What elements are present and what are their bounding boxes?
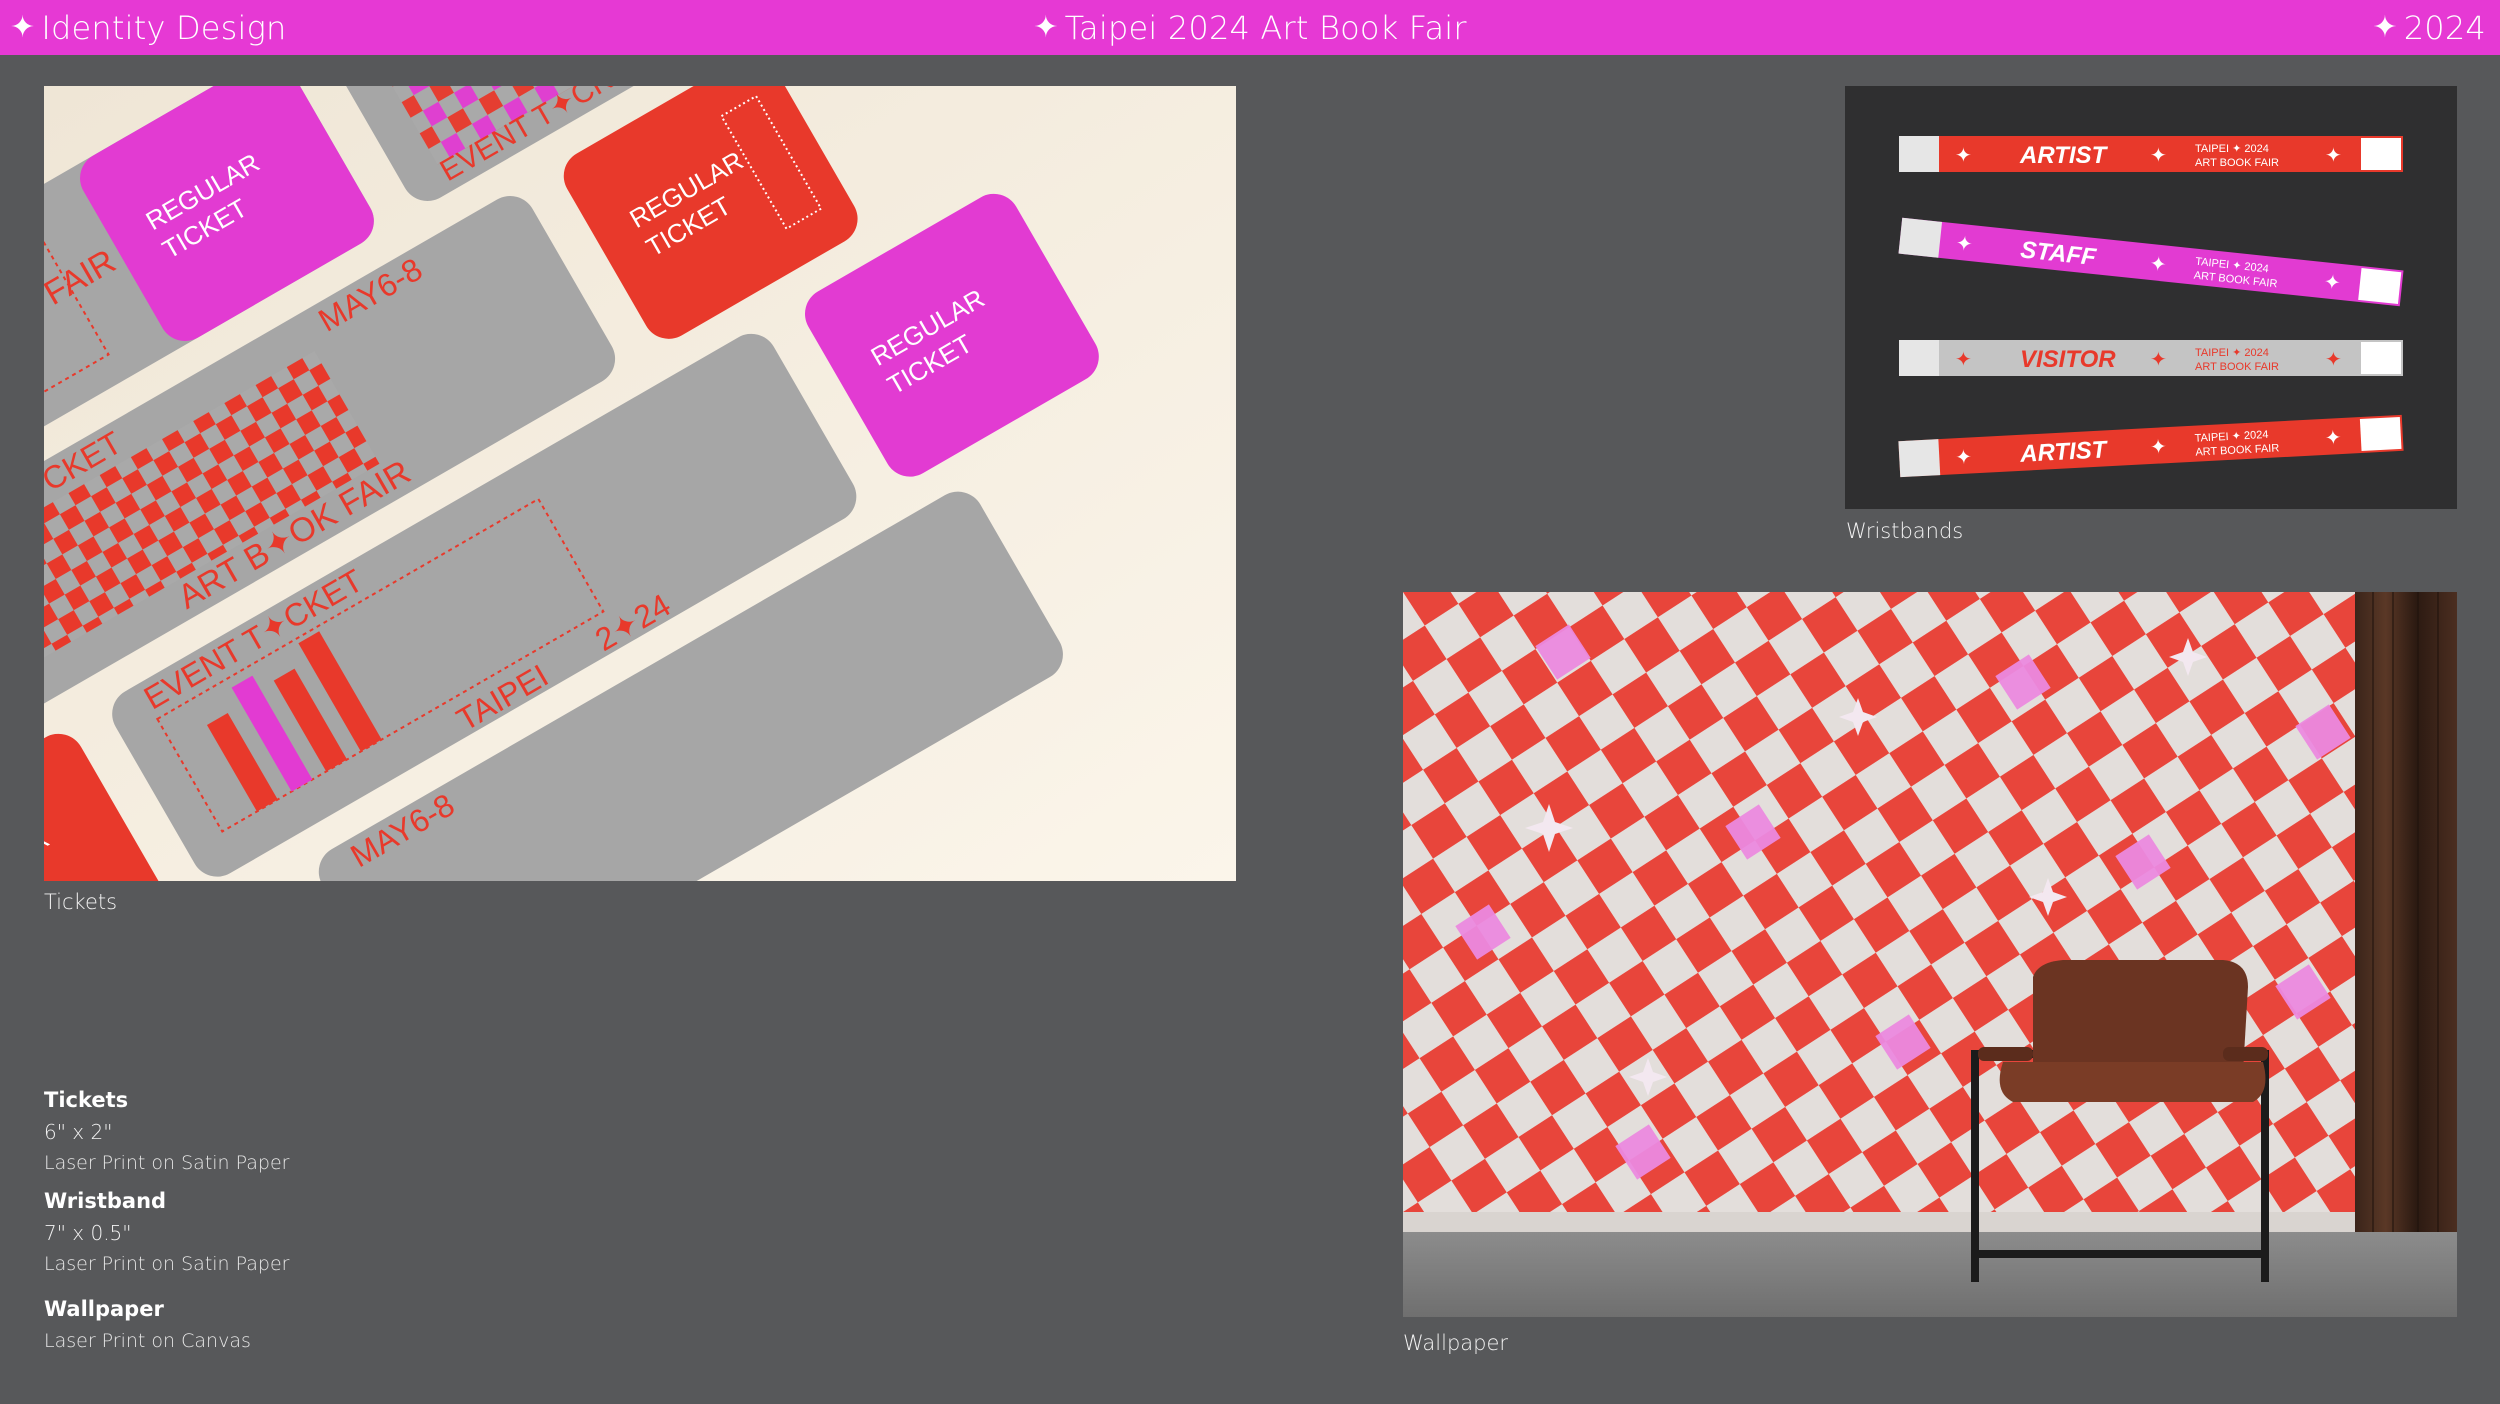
sparkle-icon: ✦	[2150, 347, 2167, 371]
header-left: ✦ Identity Design	[10, 9, 287, 47]
wristband-label: ARTIST	[2019, 436, 2110, 468]
wristband: STAFF TAIPEI ✦ 2024ART BOOK FAIR✦✦✦	[1898, 217, 2404, 307]
wristband-sub: TAIPEI ✦ 2024	[2195, 347, 2269, 359]
wristbands-caption: Wristbands	[1846, 519, 1964, 543]
spec-tickets-title: Tickets	[44, 1088, 129, 1112]
sparkle-icon: ✦	[1955, 444, 1973, 469]
wristband-label: VISITOR	[2020, 346, 2116, 373]
spec-wallpaper-title: Wallpaper	[44, 1297, 164, 1321]
tickets-artwork: ART B✦OK FAIR REGULAR TICKET EVENT T✦CKE…	[44, 86, 1236, 881]
wristband-tab	[2361, 138, 2401, 170]
header-right-label: 2024	[2403, 8, 2486, 47]
wristband: ARTIST TAIPEI ✦ 2024ART BOOK FAIR✦ ✦ ✦	[1898, 414, 2404, 478]
header-left-label: Identity Design	[41, 8, 287, 47]
spec-wristband-title: Wristband	[44, 1189, 167, 1213]
wristbands-artwork: ARTIST TAIPEI ✦ 2024ART BOOK FAIR✦ ✦ ✦STAFF…	[1898, 136, 2404, 478]
sparkle-icon: ✦	[1955, 347, 1972, 371]
sparkle-icon: ✦	[10, 9, 36, 45]
header-right: ✦ 2024	[2372, 9, 2486, 47]
wristband-tab	[1899, 340, 1939, 376]
wristband-sub: ART BOOK FAIR	[2195, 157, 2279, 169]
wristbands-image: ARTIST TAIPEI ✦ 2024 ART BOOK FAIR ✦ ✦ ✦ STAFF…	[1845, 86, 2457, 509]
wristband-sub: TAIPEI ✦ 2024	[2195, 143, 2269, 155]
spec-wallpaper-material: Laser Print on Canvas	[44, 1330, 251, 1352]
sparkle-icon: ✦	[2149, 251, 2168, 277]
header-center: ✦ Taipei 2024 Art Book Fair	[1033, 9, 1466, 47]
spec-wristband-material: Laser Print on Satin Paper	[44, 1253, 290, 1275]
sparkle-icon: ✦	[1033, 9, 1059, 45]
wristband-sub: ART BOOK FAIR	[2195, 361, 2279, 373]
header-title: Taipei 2024 Art Book Fair	[1064, 8, 1467, 47]
sparkle-icon: ✦	[2372, 9, 2398, 45]
sparkle-icon: ✦	[2150, 143, 2167, 167]
wristband: VISITOR TAIPEI ✦ 2024 ART BOOK FAIR ✦ ✦ ✦	[1899, 340, 2403, 376]
sparkle-icon: ✦	[2324, 425, 2342, 450]
header-bar: ✦ Identity Design ✦ Taipei 2024 Art Book…	[0, 0, 2500, 55]
sparkle-icon: ✦	[2323, 269, 2342, 295]
wristband-tab	[1899, 136, 1939, 172]
sparkle-icon: ✦	[2149, 434, 2167, 459]
spec-tickets-size: 6" x 2"	[44, 1120, 113, 1144]
wallpaper-caption: Wallpaper	[1403, 1331, 1509, 1355]
wallpaper-image	[1403, 592, 2457, 1317]
wristband-tab	[2361, 342, 2401, 374]
tickets-image: ART B✦OK FAIR REGULAR TICKET EVENT T✦CKE…	[44, 86, 1236, 881]
wristband-tab	[1898, 439, 1941, 478]
sparkle-icon: ✦	[1955, 231, 1974, 257]
wristband-tab	[1898, 217, 1943, 258]
wallpaper-artwork	[1403, 592, 2457, 1317]
wristband-label: ARTIST	[2019, 142, 2109, 169]
tickets-caption: Tickets	[44, 890, 118, 914]
sparkle-icon: ✦	[1955, 143, 1972, 167]
spec-tickets-material: Laser Print on Satin Paper	[44, 1152, 290, 1174]
spec-wristband-size: 7" x 0.5"	[44, 1221, 132, 1245]
wristband-tab	[2359, 416, 2402, 451]
sparkle-icon: ✦	[2325, 347, 2342, 371]
wristband-tab	[2358, 268, 2402, 305]
wristband: ARTIST TAIPEI ✦ 2024 ART BOOK FAIR ✦ ✦ ✦	[1899, 136, 2403, 172]
sparkle-icon: ✦	[2325, 143, 2342, 167]
